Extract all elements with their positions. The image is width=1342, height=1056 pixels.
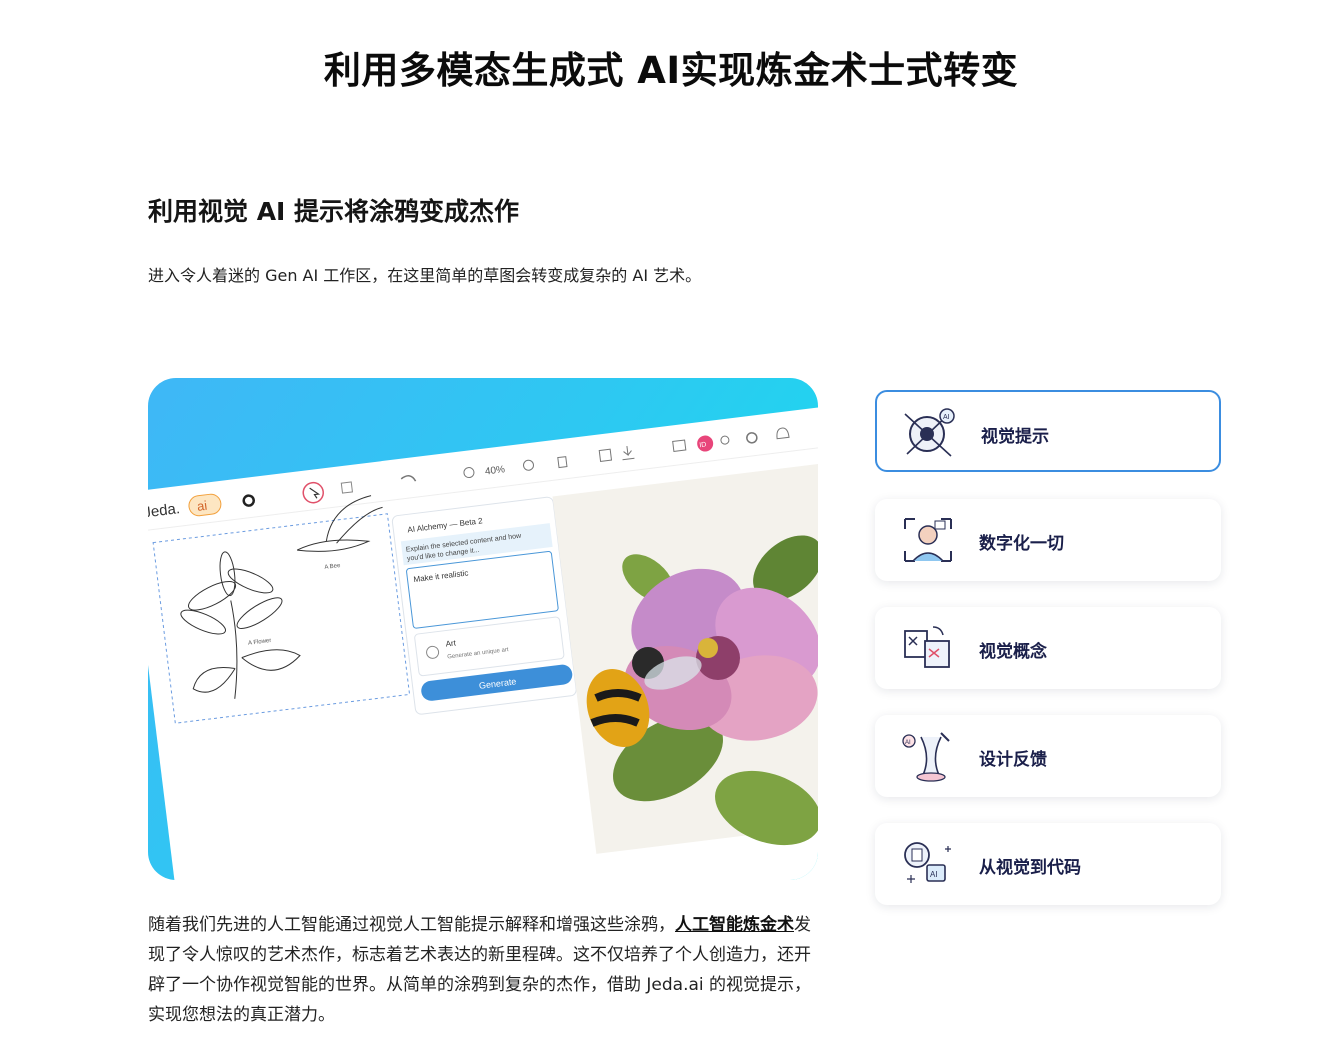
svg-text:AI: AI (930, 870, 938, 879)
feature-design-feedback[interactable]: AI 设计反馈 (875, 715, 1221, 797)
avatar-initials: ID (699, 441, 707, 449)
ai-alchemy-link[interactable]: 人工智能炼金术 (675, 915, 794, 935)
body-paragraph: 随着我们先进的人工智能通过视觉人工智能提示解释和增强这些涂鸦，人工智能炼金术发现… (148, 910, 820, 1030)
svg-text:AI: AI (905, 740, 911, 746)
vision-to-code-icon: AI (904, 842, 951, 883)
body-text-part1: 随着我们先进的人工智能通过视觉人工智能提示解释和增强这些涂鸦， (148, 915, 675, 935)
art-title: Art (445, 638, 457, 648)
svg-text:AI: AI (943, 414, 950, 421)
feature-label: 视觉提示 (981, 427, 1049, 447)
feature-vision-to-code[interactable]: AI 从视觉到代码 (875, 823, 1221, 905)
feature-label: 视觉概念 (979, 642, 1047, 662)
feature-visual-concept[interactable]: 视觉概念 (875, 607, 1221, 689)
feature-label: 数字化一切 (979, 534, 1064, 554)
digitize-person-icon (904, 518, 952, 562)
design-feedback-icon: AI (902, 732, 950, 782)
section-description: 进入令人着迷的 Gen AI 工作区，在这里简单的草图会转变成复杂的 AI 艺术… (148, 266, 702, 285)
feature-label: 设计反馈 (979, 750, 1047, 770)
ai-badge: ai (196, 498, 208, 514)
page-title: 利用多模态生成式 AI实现炼金术士式转变 (323, 49, 1019, 92)
vision-eye-icon: AI (904, 408, 955, 457)
feature-label: 从视觉到代码 (979, 858, 1081, 878)
section-heading: 利用视觉 AI 提示将涂鸦变成杰作 (148, 197, 520, 226)
feature-visual-prompt[interactable]: AI 视觉提示 (875, 390, 1221, 472)
feature-digitize-everything[interactable]: 数字化一切 (875, 499, 1221, 581)
visual-concept-icon (904, 626, 950, 668)
jeda-workspace-screenshot: Jeda. ai 40% ID A Flower A Bee AI Alchem… (148, 378, 818, 880)
